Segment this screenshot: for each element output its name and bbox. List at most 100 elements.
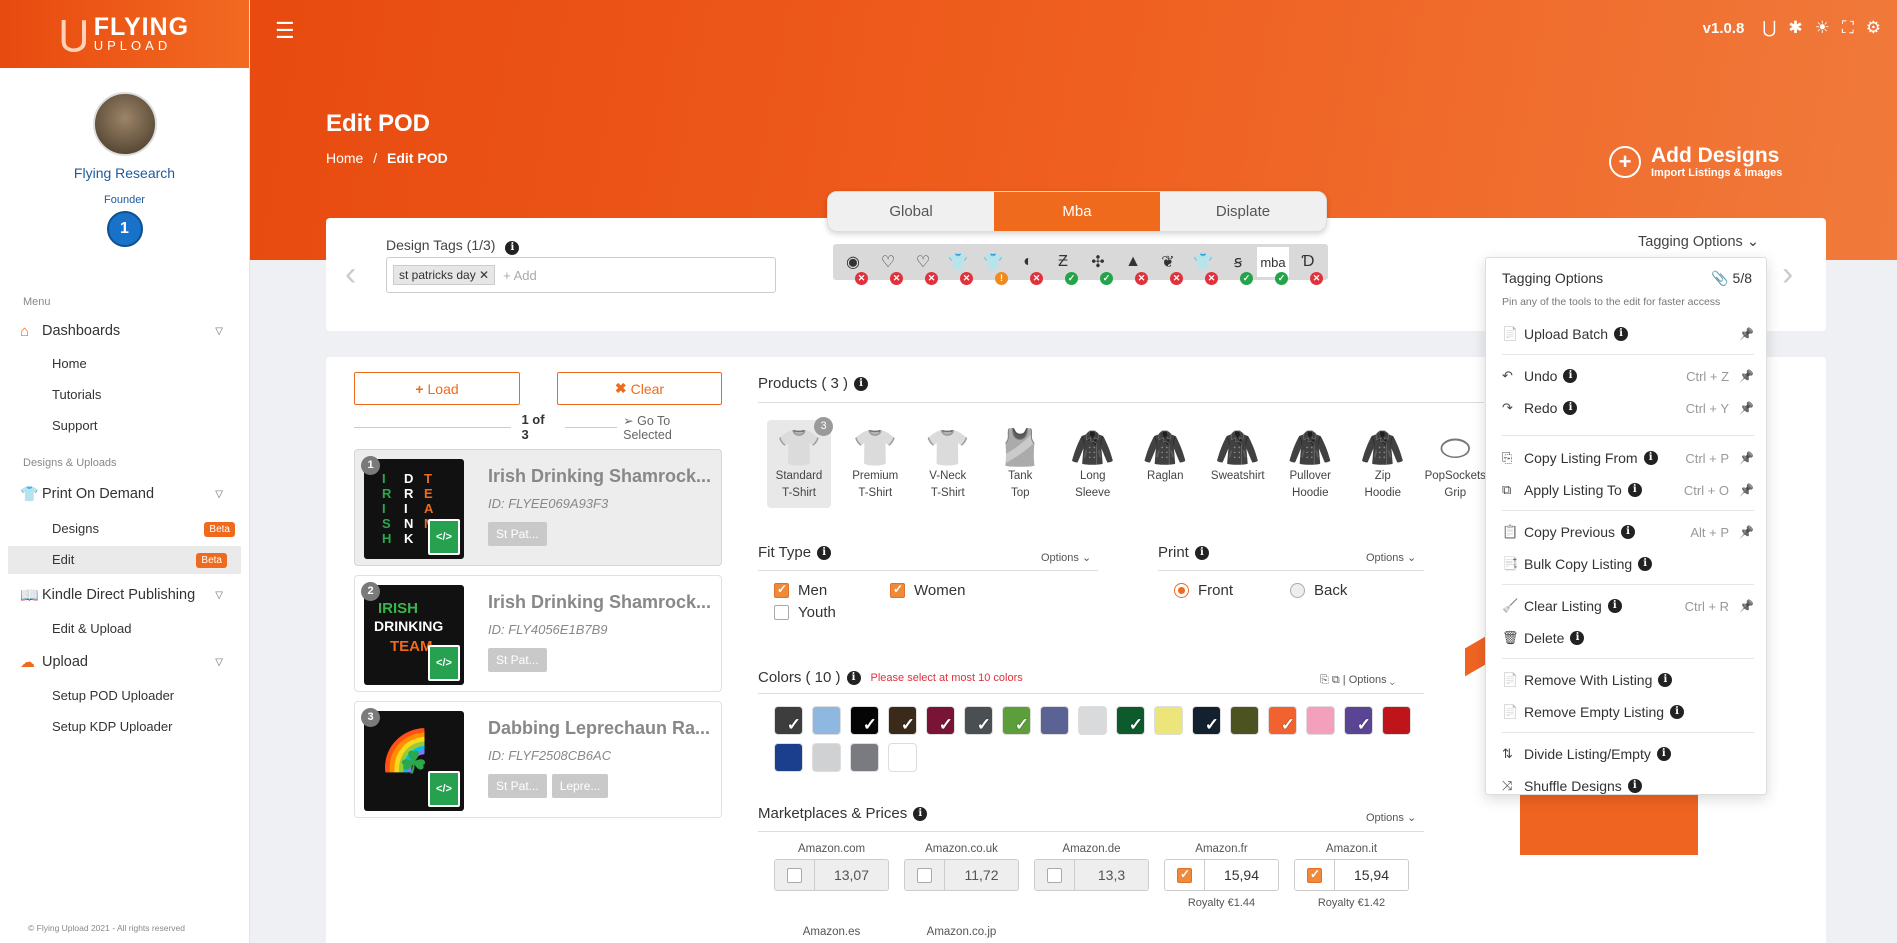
menu-item-upload-batch[interactable]: 📄 Upload Batch i 📌 bbox=[1502, 323, 1754, 345]
marketplace-checkbox[interactable] bbox=[917, 867, 932, 883]
product-premium-t-shirt[interactable]: 👕 Premium T-Shirt bbox=[839, 420, 912, 508]
app-logo[interactable]: ⋃ FLYING UPLOAD bbox=[0, 0, 249, 68]
sun-icon[interactable]: ☀ bbox=[1815, 18, 1830, 38]
product-tank-top[interactable]: 🎽 Tank Top bbox=[984, 420, 1057, 508]
mountain-icon[interactable]: ▲ ✕ bbox=[1117, 247, 1149, 285]
menu-item-bulk-copy-listing[interactable]: 📑 Bulk Copy Listing i bbox=[1502, 553, 1754, 575]
tag-chip[interactable]: st patricks day ✕ bbox=[393, 265, 496, 285]
copy-icon[interactable]: ⎘ ⧉ | bbox=[1320, 674, 1349, 686]
clear-button[interactable]: ✖ Clear bbox=[557, 372, 722, 405]
marketplace-checkbox[interactable] bbox=[1177, 867, 1192, 883]
price-input[interactable]: 15,94 bbox=[1205, 860, 1278, 890]
info-icon[interactable]: i bbox=[1656, 747, 1671, 761]
radio[interactable] bbox=[1290, 583, 1305, 598]
nav-print-on-demand[interactable]: 👕 Print On Demand ▽ bbox=[0, 479, 249, 509]
leaf-icon[interactable]: ❦ ✕ bbox=[1152, 247, 1184, 285]
upload-logo-icon[interactable]: ⋃ bbox=[1762, 18, 1776, 38]
menu-item-copy-listing-from[interactable]: ⎘ Copy Listing From i Ctrl + P 📌 bbox=[1502, 447, 1754, 469]
price-input[interactable]: 11,72 bbox=[945, 860, 1018, 890]
network-icon[interactable]: ✣ ✓ bbox=[1082, 247, 1114, 285]
color-swatch[interactable] bbox=[1154, 706, 1183, 735]
displate-icon[interactable]: Ɗ ✕ bbox=[1292, 247, 1324, 285]
men-checkbox[interactable]: Men bbox=[774, 582, 827, 599]
info-icon[interactable]: i bbox=[913, 806, 928, 821]
radio[interactable] bbox=[1174, 583, 1189, 598]
listing-card[interactable]: 3 🌈 ☘ </> Dabbing Leprechaun Ra... ID: F… bbox=[354, 701, 722, 818]
color-swatch[interactable] bbox=[1268, 706, 1297, 735]
close-icon[interactable]: ✕ bbox=[479, 268, 489, 282]
menu-item-delete[interactable]: 🗑 Delete i bbox=[1502, 627, 1754, 649]
mba-icon[interactable]: mba ✓ bbox=[1257, 247, 1289, 285]
print-options[interactable]: Options ⌄ bbox=[1366, 551, 1416, 564]
product-long-sleeve[interactable]: 🧥 Long Sleeve bbox=[1057, 420, 1130, 508]
price-input[interactable]: 13,3 bbox=[1075, 860, 1148, 890]
product-zip-hoodie[interactable]: 🧥 Zip Hoodie bbox=[1347, 420, 1420, 508]
redbubble-icon[interactable]: ◉ ✕ bbox=[837, 247, 869, 285]
info-icon[interactable]: i bbox=[1621, 525, 1636, 539]
info-icon[interactable]: i bbox=[1658, 673, 1673, 687]
menu-item-remove-with-listing[interactable]: 📄 Remove With Listing i bbox=[1502, 669, 1754, 691]
design-tags-input[interactable]: st patricks day ✕ + Add bbox=[386, 257, 776, 293]
color-swatch[interactable] bbox=[1230, 706, 1259, 735]
info-icon[interactable]: i bbox=[854, 376, 869, 391]
nav-edit-upload[interactable]: Edit & Upload bbox=[0, 615, 249, 643]
hamburger-menu-icon[interactable]: ☰ bbox=[275, 18, 295, 44]
checkbox[interactable] bbox=[774, 605, 789, 620]
fit-type-options[interactable]: Options ⌄ bbox=[1041, 551, 1091, 564]
nav-home[interactable]: Home bbox=[0, 350, 249, 378]
color-swatch[interactable] bbox=[850, 706, 879, 735]
color-swatch[interactable] bbox=[888, 743, 917, 772]
checkbox[interactable] bbox=[890, 582, 905, 598]
price-input[interactable]: 15,94 bbox=[1335, 860, 1408, 890]
sh-icon[interactable]: ꞩ ✓ bbox=[1222, 247, 1254, 285]
color-swatch[interactable] bbox=[1002, 706, 1031, 735]
info-icon[interactable]: i bbox=[1563, 369, 1578, 383]
marketplace-checkbox[interactable] bbox=[787, 867, 802, 883]
product-pullover-hoodie[interactable]: 🧥 Pullover Hoodie bbox=[1274, 420, 1347, 508]
color-swatch[interactable] bbox=[1040, 706, 1069, 735]
nav-setup-kdp[interactable]: Setup KDP Uploader bbox=[0, 713, 249, 741]
menu-item-copy-previous[interactable]: 📋 Copy Previous i Alt + P 📌 bbox=[1502, 521, 1754, 543]
go-to-selected[interactable]: ➢ Go To Selected bbox=[623, 413, 722, 442]
nav-designs[interactable]: Designs Beta bbox=[0, 515, 249, 543]
color-swatch[interactable] bbox=[812, 706, 841, 735]
tab-global[interactable]: Global bbox=[828, 192, 994, 231]
front-radio[interactable]: Front bbox=[1174, 582, 1233, 599]
info-icon[interactable]: i bbox=[1627, 483, 1642, 497]
shirt-icon[interactable]: 👕! bbox=[977, 247, 1009, 285]
color-swatch[interactable] bbox=[1344, 706, 1373, 735]
info-icon[interactable]: i bbox=[505, 241, 520, 255]
color-swatch[interactable] bbox=[1078, 706, 1107, 735]
price-field[interactable]: 15,94 bbox=[1294, 859, 1409, 891]
heart-icon[interactable]: ♡ ✕ bbox=[872, 247, 904, 285]
add-designs-button[interactable]: + Add Designs Import Listings & Images bbox=[1609, 145, 1782, 179]
marketplace-checkbox[interactable] bbox=[1047, 867, 1062, 883]
nav-tutorials[interactable]: Tutorials bbox=[0, 381, 249, 409]
menu-item-undo[interactable]: ↶ Undo i Ctrl + Z 📌 bbox=[1502, 365, 1754, 387]
nav-edit[interactable]: Edit Beta bbox=[8, 546, 241, 574]
nav-kdp[interactable]: 📖 Kindle Direct Publishing ▽ bbox=[0, 580, 249, 610]
info-icon[interactable]: i bbox=[1670, 705, 1685, 719]
color-swatch[interactable] bbox=[1382, 706, 1411, 735]
fullscreen-icon[interactable]: ⛶ bbox=[1842, 18, 1854, 38]
add-tag-placeholder[interactable]: + Add bbox=[503, 268, 537, 283]
tab-mba[interactable]: Mba bbox=[994, 192, 1160, 231]
menu-item-apply-listing-to[interactable]: ⧉ Apply Listing To i Ctrl + O 📌 bbox=[1502, 479, 1754, 501]
info-icon[interactable]: i bbox=[1607, 599, 1622, 613]
price-input[interactable]: 13,07 bbox=[815, 860, 888, 890]
price-field[interactable]: 11,72 bbox=[904, 859, 1019, 891]
info-icon[interactable]: i bbox=[1194, 545, 1209, 560]
info-icon[interactable]: i bbox=[1638, 557, 1653, 571]
pin-icon[interactable]: 📌 bbox=[1739, 483, 1754, 497]
marketplace-checkbox[interactable] bbox=[1307, 867, 1322, 883]
pin-icon[interactable]: 📌 bbox=[1739, 327, 1754, 341]
menu-item-clear-listing[interactable]: 🧹 Clear Listing i Ctrl + R 📌 bbox=[1502, 595, 1754, 617]
nav-upload[interactable]: ☁ Upload ▽ bbox=[0, 647, 249, 677]
product-raglan[interactable]: 🧥 Raglan bbox=[1129, 420, 1202, 508]
menu-item-redo[interactable]: ↷ Redo i Ctrl + Y 📌 bbox=[1502, 397, 1754, 419]
menu-item-divide-listing-empty[interactable]: ⇅ Divide Listing/Empty i bbox=[1502, 743, 1754, 765]
color-swatch[interactable] bbox=[888, 706, 917, 735]
gear-icon[interactable]: ⚙ bbox=[1866, 18, 1881, 38]
avatar[interactable] bbox=[92, 92, 157, 156]
info-icon[interactable]: i bbox=[1627, 779, 1642, 793]
